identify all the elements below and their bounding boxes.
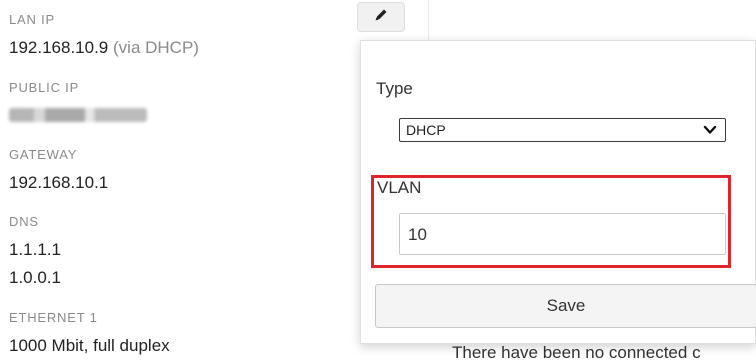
lan-ip-value: 192.168.10.9 (via DHCP) — [9, 38, 199, 58]
chevron-down-icon — [703, 123, 717, 139]
lan-ip-source: (via DHCP) — [113, 38, 199, 57]
dns-label: DNS — [9, 214, 39, 229]
column-divider — [428, 0, 429, 40]
vlan-label: VLAN — [377, 178, 422, 197]
pencil-icon — [373, 7, 389, 28]
ethernet-value: 1000 Mbit, full duplex — [9, 336, 170, 355]
network-edit-popover: Type DHCP VLAN 10 Save — [360, 40, 756, 344]
type-label: Type — [376, 79, 413, 98]
dns-value-1: 1.1.1.1 — [9, 240, 61, 259]
gateway-value: 192.168.10.1 — [9, 173, 109, 192]
lan-ip-label: LAN IP — [9, 12, 55, 27]
background-status-text: There have been no connected c — [452, 343, 701, 362]
vlan-input[interactable]: 10 — [399, 213, 726, 255]
ethernet-label: ETHERNET 1 — [9, 310, 98, 325]
save-button[interactable]: Save — [375, 284, 756, 328]
type-select[interactable]: DHCP — [399, 118, 726, 142]
public-ip-label: PUBLIC IP — [9, 80, 80, 95]
lan-ip-address: 192.168.10.9 — [9, 38, 109, 57]
type-select-value: DHCP — [406, 122, 446, 138]
network-details-panel: LAN IP 192.168.10.9 (via DHCP) PUBLIC IP… — [0, 0, 345, 357]
gateway-label: GATEWAY — [9, 147, 78, 162]
dns-value-2: 1.0.0.1 — [9, 268, 61, 287]
public-ip-redacted — [9, 108, 147, 122]
edit-button[interactable] — [357, 2, 405, 32]
